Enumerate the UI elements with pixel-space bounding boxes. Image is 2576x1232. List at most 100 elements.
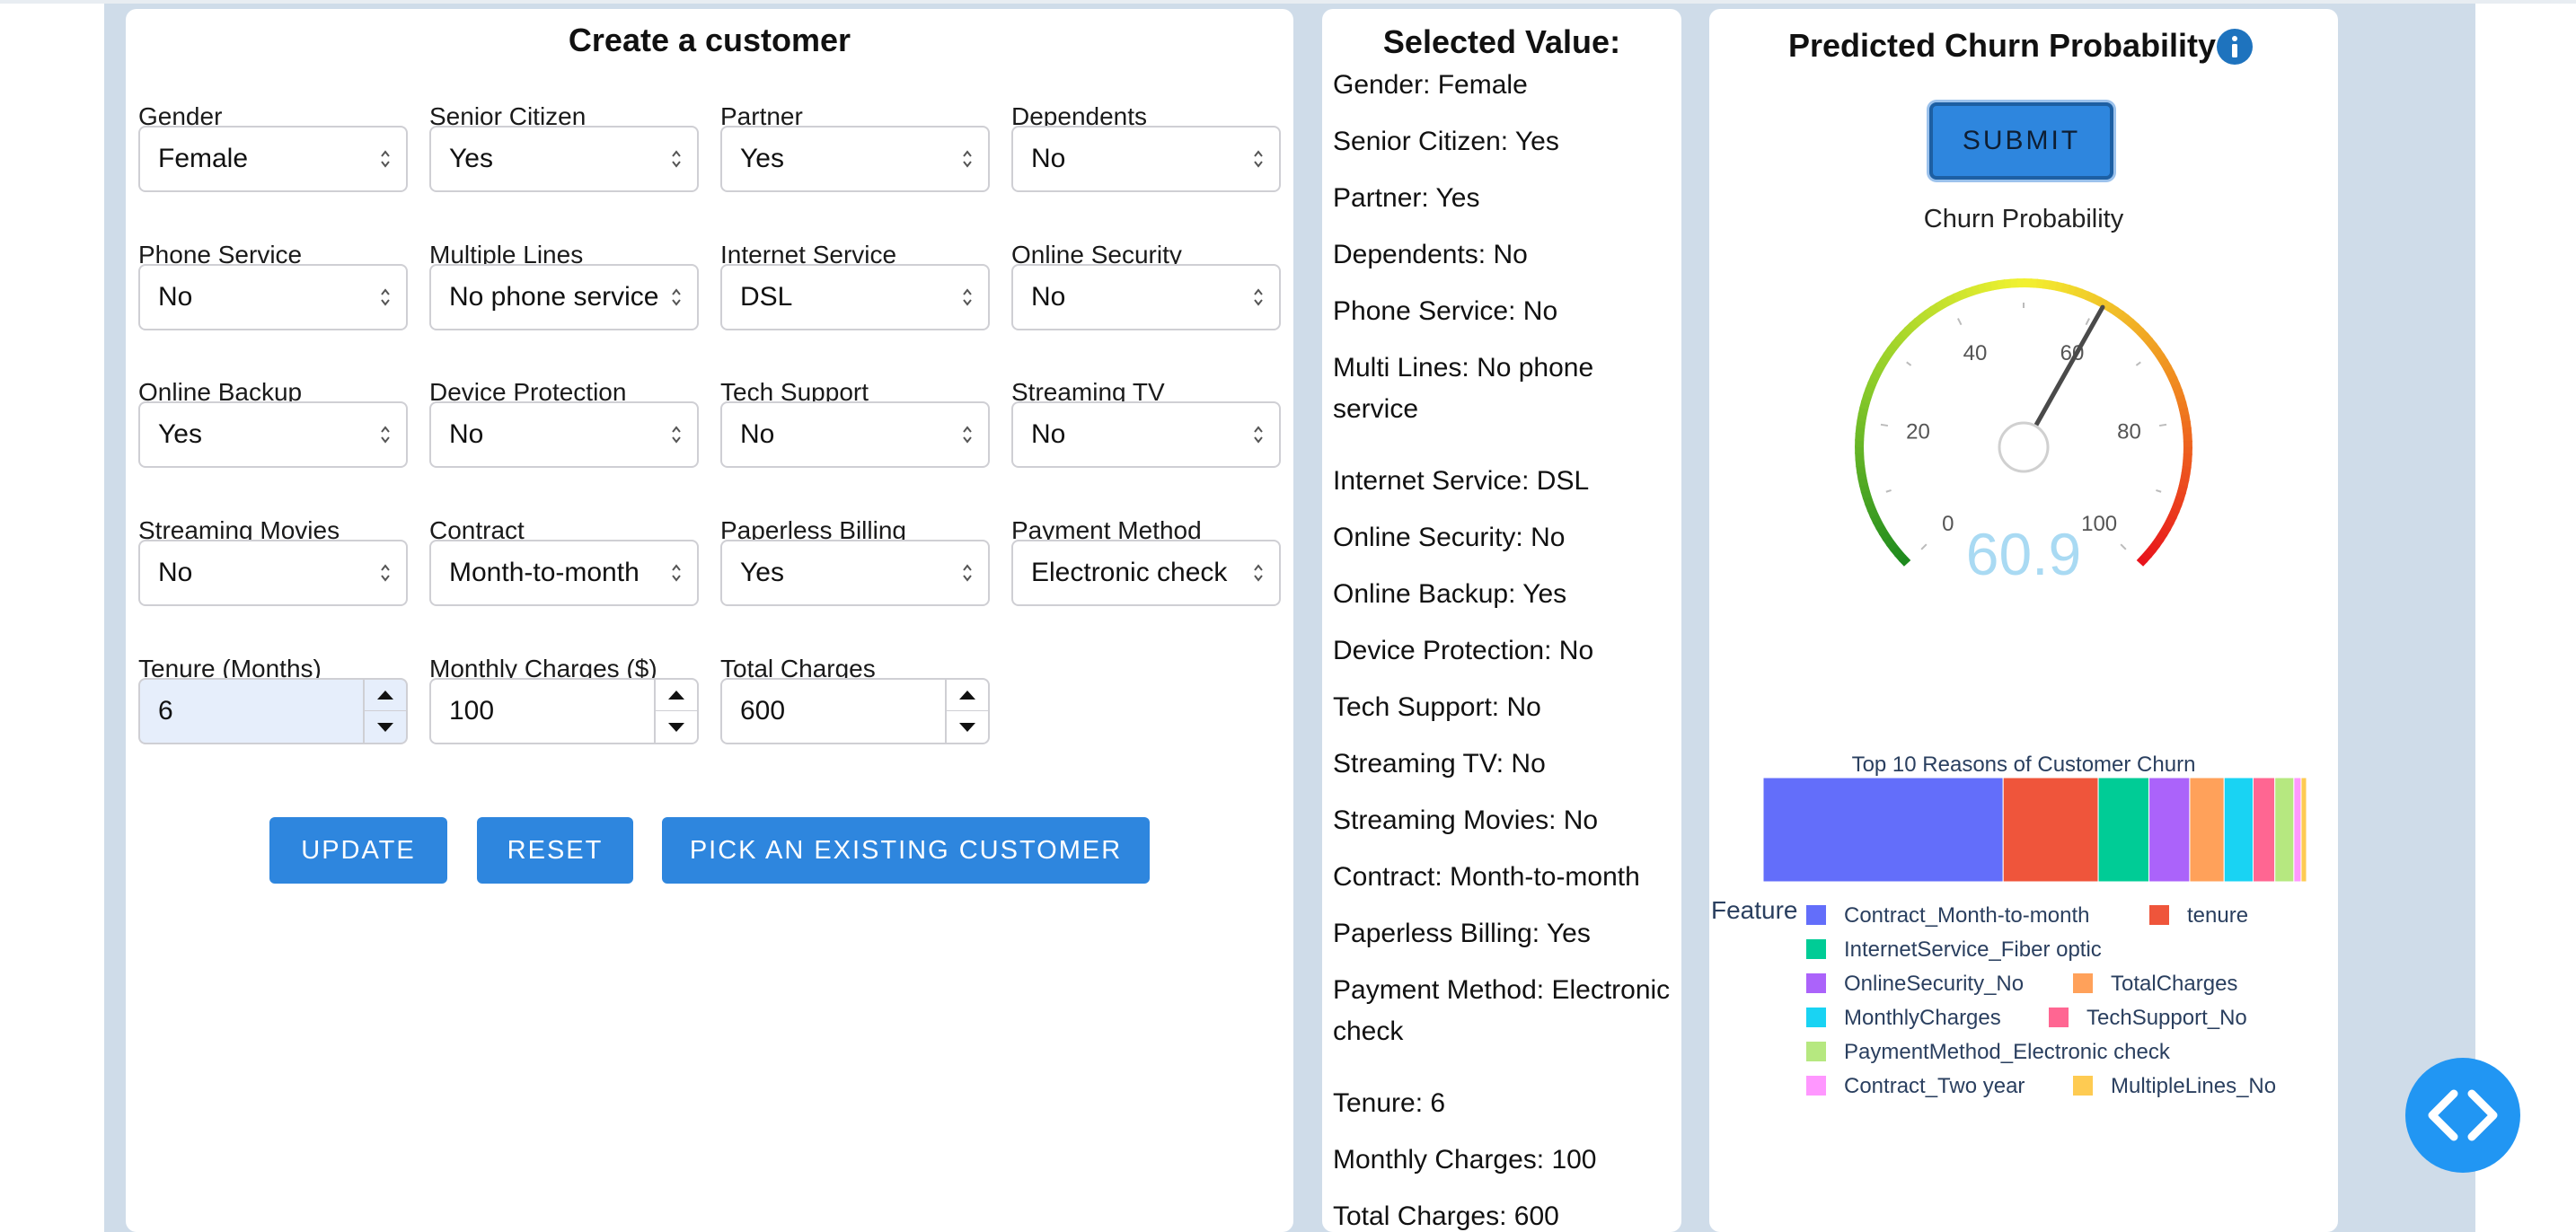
selected-value-line: Contract: Month-to-month — [1333, 862, 1640, 892]
streaming-tv-field: Streaming TV No — [1011, 374, 1281, 468]
legend-item-label[interactable]: tenure — [2187, 903, 2248, 928]
select-arrows-icon — [961, 541, 975, 604]
stepper-down-icon[interactable] — [947, 711, 988, 743]
legend-item-label[interactable]: Contract_Two year — [1844, 1074, 2025, 1099]
legend-swatch — [2073, 1076, 2093, 1096]
legend-item-label[interactable]: TotalCharges — [2111, 972, 2237, 997]
online-security-select[interactable]: No — [1011, 264, 1281, 330]
paperless-billing-field: Paperless Billing Yes — [720, 513, 990, 606]
monthly-charges-field: Monthly Charges ($) 100 — [429, 651, 699, 744]
streaming-movies-field: Streaming Movies No — [138, 513, 408, 606]
payment-method-value: Electronic check — [1031, 558, 1228, 587]
senior-citizen-select[interactable]: Yes — [429, 126, 699, 192]
number-stepper — [945, 680, 988, 743]
gender-field: Gender Female — [138, 99, 408, 192]
payment-method-field: Payment Method Electronic check — [1011, 513, 1281, 606]
selected-value-line: Gender: Female — [1333, 70, 1528, 100]
internet-service-select[interactable]: DSL — [720, 264, 990, 330]
internet-service-field: Internet Service DSL — [720, 237, 990, 330]
tenure-months-value: 6 — [158, 696, 173, 726]
selected-value-line: Online Backup: Yes — [1333, 579, 1567, 609]
select-arrows-icon — [1252, 266, 1266, 329]
phone-service-select[interactable]: No — [138, 264, 408, 330]
contract-select[interactable]: Month-to-month — [429, 540, 699, 606]
partner-field: Partner Yes — [720, 99, 990, 192]
monthly-charges-input[interactable]: 100 — [429, 678, 699, 744]
total-charges-input[interactable]: 600 — [720, 678, 990, 744]
select-arrows-icon — [961, 403, 975, 466]
selected-value-line: Internet Service: DSL — [1333, 466, 1590, 496]
device-protection-select[interactable]: No — [429, 401, 699, 468]
code-toggle-button[interactable] — [2405, 1058, 2520, 1173]
paperless-billing-select[interactable]: Yes — [720, 540, 990, 606]
stepper-up-icon[interactable] — [947, 680, 988, 711]
legend-swatch — [2073, 973, 2093, 993]
bar-segment — [2300, 777, 2307, 883]
bar-segment — [2097, 777, 2150, 883]
total-charges-value: 600 — [740, 696, 786, 726]
select-arrows-icon — [379, 403, 393, 466]
partner-select[interactable]: Yes — [720, 126, 990, 192]
stepper-down-icon[interactable] — [365, 711, 406, 743]
legend-item-label[interactable]: MultipleLines_No — [2111, 1074, 2276, 1099]
senior-citizen-field: Senior Citizen Yes — [429, 99, 699, 192]
reset-button[interactable]: Reset — [477, 817, 633, 884]
gender-select[interactable]: Female — [138, 126, 408, 192]
select-arrows-icon — [670, 266, 684, 329]
code-icon — [2428, 1089, 2498, 1141]
dependents-field: Dependents No — [1011, 99, 1281, 192]
stepper-up-icon[interactable] — [656, 680, 697, 711]
update-button[interactable]: Update — [269, 817, 447, 884]
legend-item-label[interactable]: MonthlyCharges — [1844, 1006, 2001, 1031]
tech-support-value: No — [740, 419, 775, 449]
select-arrows-icon — [961, 266, 975, 329]
selected-value-line: Streaming Movies: No — [1333, 805, 1599, 835]
senior-citizen-value: Yes — [449, 144, 493, 173]
pick-existing-customer-button[interactable]: Pick an existing customer — [662, 817, 1150, 884]
tech-support-field: Tech Support No — [720, 374, 990, 468]
internet-service-value: DSL — [740, 282, 793, 312]
paperless-billing-value: Yes — [740, 558, 784, 587]
selected-value-line: Partner: Yes — [1333, 183, 1480, 213]
contract-value: Month-to-month — [449, 558, 640, 587]
legend-swatch — [1806, 1076, 1826, 1096]
selected-value-line: Dependents: No — [1333, 240, 1528, 269]
stepper-down-icon[interactable] — [656, 711, 697, 743]
streaming-movies-select[interactable]: No — [138, 540, 408, 606]
legend-swatch — [2049, 1008, 2069, 1027]
stepper-up-icon[interactable] — [365, 680, 406, 711]
legend-item-label[interactable]: TechSupport_No — [2086, 1006, 2247, 1031]
selected-value-line: Streaming TV: No — [1333, 749, 1546, 779]
tenure-months-field: Tenure (Months) 6 — [138, 651, 408, 744]
legend-swatch — [1806, 939, 1826, 959]
select-arrows-icon — [379, 128, 393, 190]
legend-item-label[interactable]: PaymentMethod_Electronic check — [1844, 1040, 2170, 1065]
device-protection-field: Device Protection No — [429, 374, 699, 468]
selected-value-line: Senior Citizen: Yes — [1333, 127, 1559, 156]
online-security-value: No — [1031, 282, 1066, 312]
payment-method-select[interactable]: Electronic check — [1011, 540, 1281, 606]
legend-swatch — [1806, 905, 1826, 925]
bar-segment — [1762, 777, 2004, 883]
selected-value-panel: Selected Value: Gender: Female Senior Cit… — [1322, 9, 1681, 1232]
tech-support-select[interactable]: No — [720, 401, 990, 468]
selected-value-line: Total Charges: 600 — [1333, 1201, 1559, 1231]
legend-swatch — [1806, 1042, 1826, 1061]
legend-item-label[interactable]: OnlineSecurity_No — [1844, 972, 2024, 997]
select-arrows-icon — [379, 541, 393, 604]
legend-item-label[interactable]: InternetService_Fiber optic — [1844, 937, 2102, 963]
dependents-select[interactable]: No — [1011, 126, 1281, 192]
selected-value-line: Tenure: 6 — [1333, 1088, 1446, 1118]
selected-value-line: Phone Service: No — [1333, 296, 1558, 326]
streaming-movies-value: No — [158, 558, 193, 587]
total-charges-field: Total Charges 600 — [720, 651, 990, 744]
online-backup-select[interactable]: Yes — [138, 401, 408, 468]
legend-swatch — [2149, 905, 2169, 925]
multiple-lines-select[interactable]: No phone service — [429, 264, 699, 330]
selected-value-title: Selected Value: — [1382, 23, 1621, 60]
streaming-tv-select[interactable]: No — [1011, 401, 1281, 468]
multiple-lines-value: No phone service — [449, 282, 659, 312]
bar-segment — [2189, 777, 2225, 883]
legend-item-label[interactable]: Contract_Month-to-month — [1844, 903, 2089, 928]
tenure-months-input[interactable]: 6 — [138, 678, 408, 744]
